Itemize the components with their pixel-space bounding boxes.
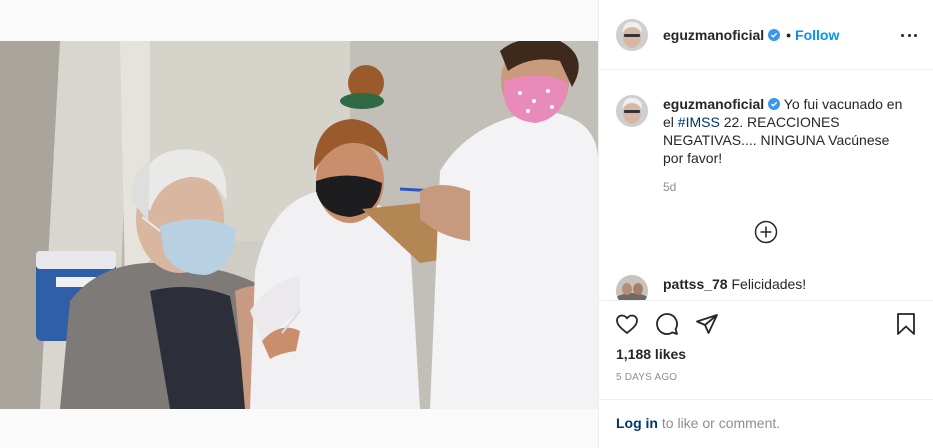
heart-icon[interactable] bbox=[615, 312, 639, 336]
more-options-icon[interactable] bbox=[901, 27, 917, 43]
comment-body: Felicidades! bbox=[727, 276, 807, 292]
comment-icon[interactable] bbox=[655, 312, 679, 336]
post-actions: 1,188 likes 5 DAYS AGO Log in to like or… bbox=[599, 300, 933, 448]
post-media bbox=[0, 0, 598, 448]
commenter-username[interactable]: pattss_78 bbox=[663, 276, 728, 292]
author-username[interactable]: eguzmanoficial bbox=[663, 27, 764, 43]
caption: eguzmanoficial Yo fui vacunado en el #IM… bbox=[616, 95, 916, 167]
post-header: eguzmanoficial • Follow bbox=[599, 0, 933, 70]
author-avatar[interactable] bbox=[616, 18, 648, 51]
login-prompt-text: to like or comment. bbox=[658, 415, 781, 431]
load-more-comments-icon[interactable] bbox=[754, 220, 778, 244]
follow-button[interactable]: Follow bbox=[795, 27, 839, 43]
post-date[interactable]: 5 DAYS AGO bbox=[616, 372, 677, 383]
login-prompt: Log in to like or comment. bbox=[599, 399, 933, 448]
comment-text: pattss_78 Felicidades! bbox=[663, 275, 806, 300]
login-link[interactable]: Log in bbox=[616, 415, 658, 431]
caption-username[interactable]: eguzmanoficial bbox=[663, 96, 764, 112]
caption-hashtag[interactable]: #IMSS bbox=[678, 114, 720, 130]
caption-age: 5d bbox=[663, 180, 677, 194]
action-icons bbox=[615, 312, 719, 336]
commenter-avatar[interactable] bbox=[616, 275, 648, 300]
comments-section: eguzmanoficial Yo fui vacunado en el #IM… bbox=[599, 71, 933, 300]
comment-item: pattss_78 Felicidades! bbox=[616, 275, 916, 300]
verified-badge-icon bbox=[768, 28, 781, 41]
like-count[interactable]: 1,188 likes bbox=[616, 346, 686, 362]
caption-text: eguzmanoficial Yo fui vacunado en el #IM… bbox=[663, 95, 913, 167]
post-side-panel: eguzmanoficial • Follow eguzmanoficial Y… bbox=[598, 0, 933, 448]
instagram-post: eguzmanoficial • Follow eguzmanoficial Y… bbox=[0, 0, 933, 448]
caption-avatar[interactable] bbox=[616, 95, 648, 127]
share-icon[interactable] bbox=[695, 312, 719, 336]
post-photo[interactable] bbox=[0, 41, 598, 409]
separator-dot: • bbox=[786, 26, 792, 43]
bookmark-icon[interactable] bbox=[894, 312, 918, 336]
verified-badge-icon bbox=[768, 98, 781, 110]
